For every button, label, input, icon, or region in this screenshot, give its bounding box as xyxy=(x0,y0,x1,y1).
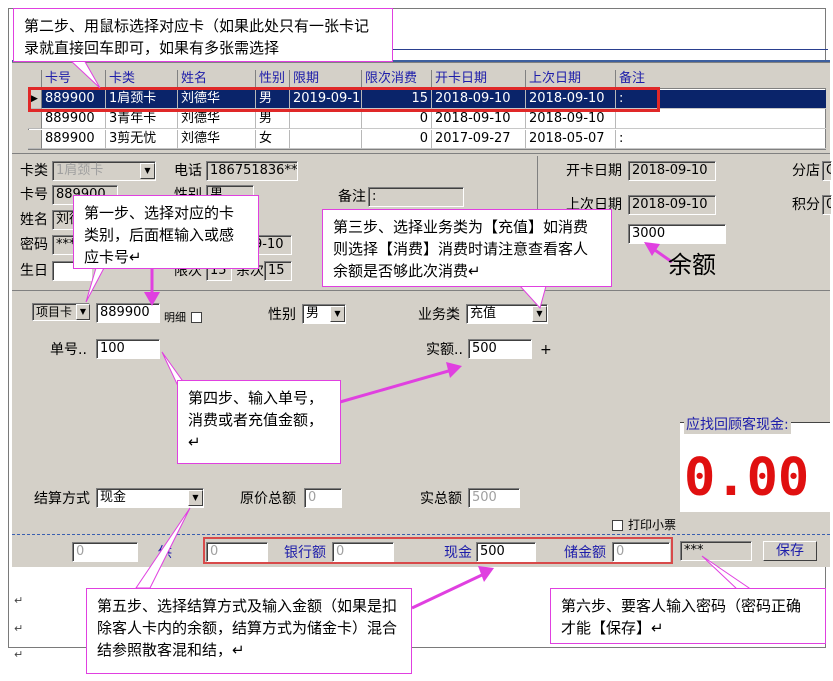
paragraph-mark: ↵ xyxy=(14,648,24,661)
callout-step5: 第五步、选择结算方式及输入金额（如果是扣除客人卡内的余额，结算方式为储金卡）混合… xyxy=(86,588,412,674)
grid-cell: 3青年卡 xyxy=(106,110,178,129)
order-no-label: 单号.. xyxy=(50,342,87,358)
plus-sign: + xyxy=(540,342,552,358)
phone-field[interactable]: 186751836** xyxy=(206,161,298,181)
grid-cell: 3剪无忧 xyxy=(106,130,178,149)
section-divider xyxy=(12,153,830,154)
detail-label: 明细 xyxy=(164,311,186,324)
last-date-field[interactable]: 2018-09-10 xyxy=(628,195,716,215)
grid-cell: 刘德华 xyxy=(178,110,256,129)
grid-cell: 2018-09-10 xyxy=(526,110,616,129)
grid-cell: 2017-09-27 xyxy=(432,130,526,149)
remark-field[interactable]: : xyxy=(368,187,464,207)
balance-annotation: 余额 xyxy=(668,251,716,279)
callout-step3: 第三步、选择业务类为【充值】如消费则选择【消费】消费时请注意查看客人余额是否够此… xyxy=(322,209,612,287)
prepay-field[interactable]: 0 xyxy=(72,542,138,562)
stored-amount-label: 储金额 xyxy=(564,545,606,561)
balance-field[interactable]: 3000 xyxy=(628,224,726,244)
change-due-amount: 0.00 xyxy=(684,448,810,508)
points-field[interactable]: 0 xyxy=(822,195,832,215)
open-date-label: 开卡日期 xyxy=(566,163,622,179)
stored-amount-input[interactable]: 0 xyxy=(612,542,670,562)
gender-label: 性别 xyxy=(268,307,296,323)
grid-cell: 男 xyxy=(256,110,290,129)
grid-cell: 889900 xyxy=(42,110,106,129)
paragraph-mark: ↵ xyxy=(14,594,24,607)
original-total-label: 原价总额 xyxy=(240,491,296,507)
chevron-down-icon[interactable]: ▼ xyxy=(532,306,547,322)
selected-row-highlight xyxy=(28,87,660,112)
grid-cell: 889900 xyxy=(42,130,106,149)
actual-total-label: 实总额 xyxy=(420,491,462,507)
branch-field[interactable]: G xyxy=(822,161,832,181)
chevron-down-icon[interactable]: ▼ xyxy=(330,306,345,322)
table-row[interactable]: 889900 3青年卡 刘德华 男 0 2018-09-10 2018-09-1… xyxy=(42,110,826,129)
print-receipt-label: 打印小票 xyxy=(628,518,677,532)
callout-step1: 第一步、选择对应的卡类别，后面框输入或感应卡号↵ xyxy=(73,195,259,269)
chevron-down-icon[interactable]: ▼ xyxy=(188,490,203,506)
grid-cell: 女 xyxy=(256,130,290,149)
bank-amount-input[interactable]: 0 xyxy=(332,542,394,562)
phone-label: 电话 xyxy=(174,163,202,179)
settle-method-label: 结算方式 xyxy=(34,491,90,507)
actual-amount-input[interactable]: 500 xyxy=(468,339,532,359)
birthday-label: 生日 xyxy=(20,263,48,279)
paragraph-mark: ↵ xyxy=(14,622,24,635)
grid-cell: 0 xyxy=(362,130,432,149)
row-indicator xyxy=(28,110,42,129)
open-date-field[interactable]: 2018-09-10 xyxy=(628,161,716,181)
change-due-title: 应找回顾客现金: xyxy=(684,414,791,434)
grid-cell: 2018-05-07 xyxy=(526,130,616,149)
business-type-label: 业务类 xyxy=(418,307,460,323)
first-amount-field[interactable]: 0 xyxy=(206,542,268,562)
callout-step6: 第六步、要客人输入密码（密码正确才能【保存】↵ xyxy=(550,588,826,644)
section-divider xyxy=(12,290,830,291)
callout-step2: 第二步、用鼠标选择对应卡（如果此处只有一张卡记录就直接回车即可，如果有多张需选择 xyxy=(13,8,393,62)
bank-amount-label: 银行额 xyxy=(284,545,326,561)
original-total-field[interactable]: 0 xyxy=(304,488,342,508)
prepay-label: 供 xyxy=(158,545,172,561)
grid-cell xyxy=(616,110,826,129)
grid-cell xyxy=(290,130,362,149)
grid-cell xyxy=(290,110,362,129)
card-no-label: 卡号 xyxy=(20,187,48,203)
remain-field[interactable]: 15 xyxy=(264,261,292,281)
card-type-label: 卡类 xyxy=(20,163,48,179)
grid-cell: 0 xyxy=(362,110,432,129)
actual-amount-label: 实额.. xyxy=(426,342,463,358)
title-line xyxy=(390,49,828,50)
chevron-down-icon[interactable]: ▼ xyxy=(76,304,90,320)
cash-input[interactable]: 500 xyxy=(476,542,536,562)
grid-cell: 刘德华 xyxy=(178,130,256,149)
card-number-input[interactable]: 889900 xyxy=(96,303,160,323)
row-indicator xyxy=(28,130,42,149)
points-label: 积分 xyxy=(792,197,820,213)
password-label: 密码 xyxy=(20,237,48,253)
save-button[interactable]: 保存 xyxy=(763,541,817,561)
detail-checkbox[interactable] xyxy=(191,312,202,323)
callout-step4: 第四步、输入单号，消费或者充值金额，↵ xyxy=(177,380,341,464)
name-label: 姓名 xyxy=(20,212,48,228)
grid-cell: 2018-09-10 xyxy=(432,110,526,129)
cash-label: 现金 xyxy=(444,545,472,561)
grid-cell: : xyxy=(616,130,826,149)
order-no-input[interactable]: 100 xyxy=(96,339,160,359)
table-row[interactable]: 889900 3剪无忧 刘德华 女 0 2017-09-27 2018-05-0… xyxy=(42,130,826,149)
pay-password-input[interactable]: *** xyxy=(680,541,752,561)
dashed-separator xyxy=(12,534,830,535)
remark-label: 备注 xyxy=(338,189,366,205)
print-receipt-checkbox[interactable] xyxy=(612,520,623,531)
chevron-down-icon[interactable]: ▼ xyxy=(140,163,155,179)
branch-label: 分店 xyxy=(792,163,820,179)
actual-total-field[interactable]: 500 xyxy=(468,488,520,508)
